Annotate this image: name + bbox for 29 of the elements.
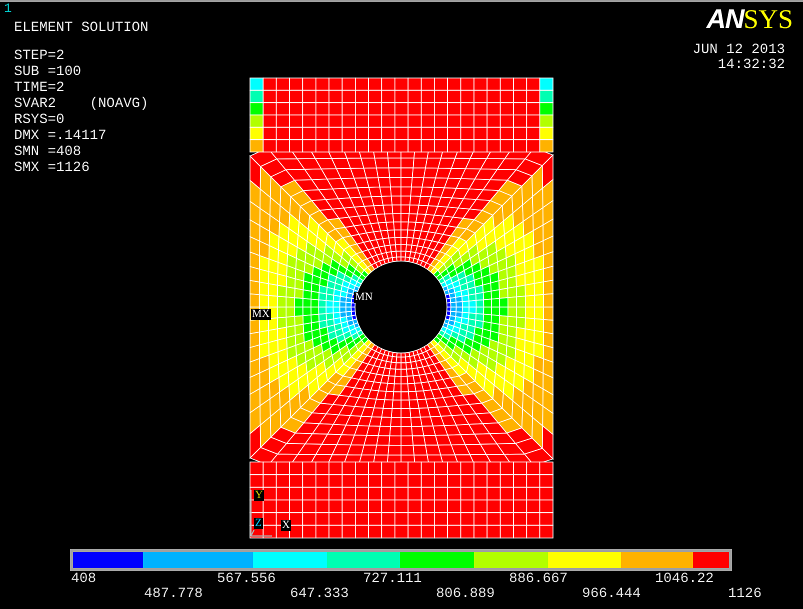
scale-value: 487.778 bbox=[144, 587, 204, 602]
plot-time: 14:32:32 bbox=[718, 58, 785, 73]
scale-value: 1046.22 bbox=[655, 572, 715, 587]
scale-value: 886.667 bbox=[509, 572, 569, 587]
result-info-line: TIME=2 bbox=[14, 80, 64, 96]
logo-wordmark: ANSYS bbox=[706, 4, 793, 35]
plot-title: ELEMENT SOLUTION bbox=[14, 20, 148, 36]
result-info-line: SMX =1126 bbox=[14, 160, 90, 176]
max-marker-label: MX bbox=[251, 309, 271, 320]
result-info-line: SVAR2 (NOAVG) bbox=[14, 96, 148, 112]
scale-value: 806.889 bbox=[436, 587, 496, 602]
axis-label: Z bbox=[254, 518, 263, 529]
result-info-line: RSYS=0 bbox=[14, 112, 64, 128]
scale-value: 647.333 bbox=[290, 587, 350, 602]
result-info-line: DMX =.14117 bbox=[14, 128, 106, 144]
axis-label: X bbox=[281, 520, 291, 531]
result-info-line: STEP=2 bbox=[14, 48, 64, 64]
result-info-line: SUB =100 bbox=[14, 64, 82, 80]
scale-value: 966.444 bbox=[582, 587, 642, 602]
min-marker-label: MN bbox=[354, 292, 374, 303]
window-number: 1 bbox=[4, 2, 12, 16]
plot-date: JUN 12 2013 bbox=[692, 43, 785, 58]
scale-value: 1126 bbox=[728, 587, 763, 602]
scale-value: 567.556 bbox=[217, 572, 277, 587]
axis-label: Y bbox=[254, 490, 264, 501]
result-info-line: SMN =408 bbox=[14, 144, 82, 160]
scale-value: 408 bbox=[71, 572, 98, 587]
scale-value: 727.111 bbox=[363, 572, 423, 587]
axis-triad-icon bbox=[250, 489, 273, 537]
